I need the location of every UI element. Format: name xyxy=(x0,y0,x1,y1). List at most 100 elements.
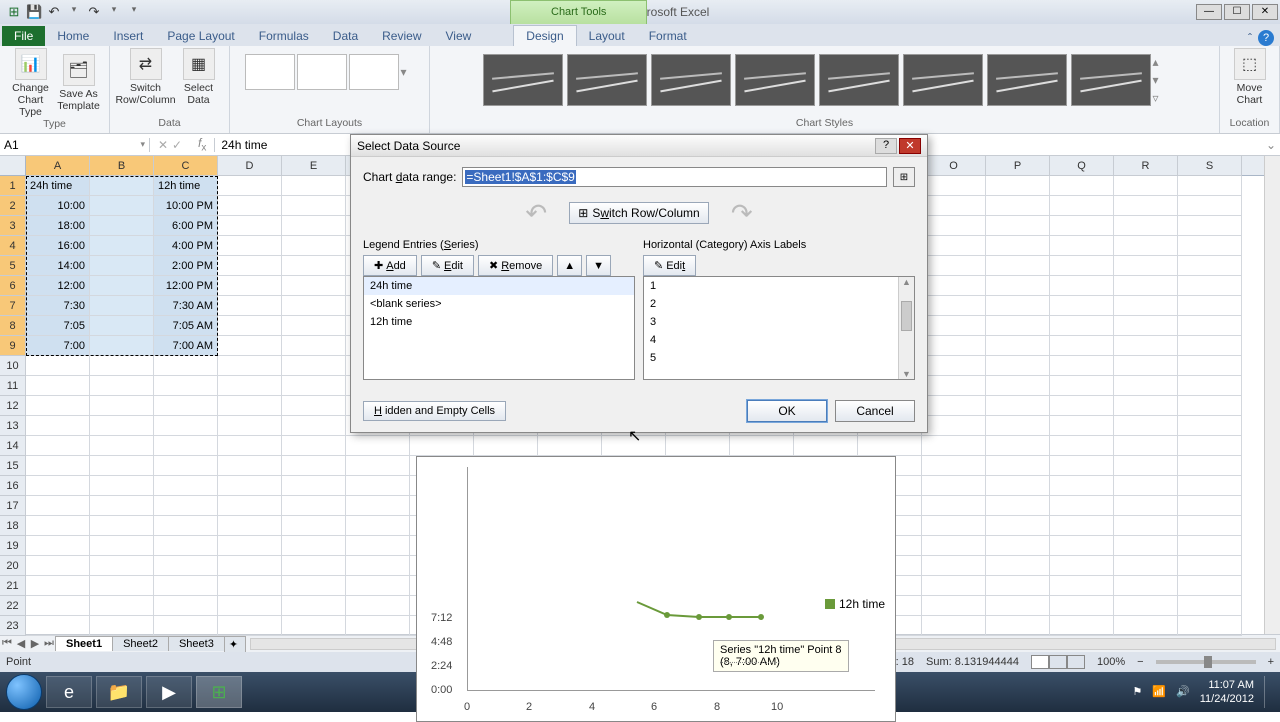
cell[interactable] xyxy=(922,536,986,556)
cell[interactable] xyxy=(1050,216,1114,236)
cell[interactable] xyxy=(1050,396,1114,416)
cell[interactable] xyxy=(218,476,282,496)
cell[interactable] xyxy=(538,436,602,456)
cell[interactable] xyxy=(26,416,90,436)
add-series-button[interactable]: ✚Add xyxy=(363,255,417,276)
row-header[interactable]: 16 xyxy=(0,476,26,496)
list-item[interactable]: 1 xyxy=(644,277,898,295)
taskbar-excel-icon[interactable]: ⊞ xyxy=(196,676,242,708)
cell[interactable] xyxy=(346,616,410,636)
cell[interactable] xyxy=(26,396,90,416)
cell[interactable] xyxy=(154,596,218,616)
cell[interactable] xyxy=(282,256,346,276)
move-down-button[interactable]: ▼ xyxy=(586,255,611,276)
cell[interactable] xyxy=(986,376,1050,396)
cell[interactable] xyxy=(346,536,410,556)
cell[interactable]: 7:05 AM xyxy=(154,316,218,336)
tab-format[interactable]: Format xyxy=(637,26,699,46)
cell[interactable] xyxy=(1114,416,1178,436)
cell[interactable] xyxy=(1114,616,1178,636)
chart-layout-option[interactable] xyxy=(245,54,295,90)
taskbar-explorer-icon[interactable]: 📁 xyxy=(96,676,142,708)
cell[interactable] xyxy=(1178,356,1242,376)
cell[interactable] xyxy=(922,596,986,616)
styles-scroll[interactable]: ▴▾▿ xyxy=(1153,50,1169,110)
cell[interactable] xyxy=(922,556,986,576)
cell[interactable]: 14:00 xyxy=(26,256,90,276)
cell[interactable] xyxy=(1114,576,1178,596)
cell[interactable] xyxy=(1114,516,1178,536)
cell[interactable] xyxy=(90,216,154,236)
cell[interactable] xyxy=(90,556,154,576)
cell[interactable] xyxy=(1178,296,1242,316)
change-chart-type-button[interactable]: 📊 Change Chart Type xyxy=(7,48,55,118)
cell[interactable] xyxy=(282,576,346,596)
tray-date[interactable]: 11/24/2012 xyxy=(1200,692,1254,706)
cell[interactable] xyxy=(1178,236,1242,256)
cell[interactable] xyxy=(90,176,154,196)
cell[interactable] xyxy=(26,476,90,496)
cell[interactable] xyxy=(218,616,282,636)
cell[interactable] xyxy=(1114,336,1178,356)
cell[interactable] xyxy=(26,436,90,456)
cell[interactable] xyxy=(986,436,1050,456)
cell[interactable] xyxy=(1178,576,1242,596)
cell[interactable]: 10:00 xyxy=(26,196,90,216)
chart-style-option[interactable] xyxy=(651,54,731,106)
cell[interactable] xyxy=(282,536,346,556)
tray-flag-icon[interactable]: ⚑ xyxy=(1132,685,1142,699)
cell[interactable] xyxy=(474,436,538,456)
cell[interactable] xyxy=(218,576,282,596)
chart-style-option[interactable] xyxy=(987,54,1067,106)
cell[interactable] xyxy=(26,516,90,536)
cell[interactable] xyxy=(1114,236,1178,256)
cell[interactable]: 7:05 xyxy=(26,316,90,336)
cell[interactable] xyxy=(282,616,346,636)
chart-layout-option[interactable] xyxy=(349,54,399,90)
cell[interactable] xyxy=(282,196,346,216)
cell[interactable] xyxy=(986,176,1050,196)
cell[interactable] xyxy=(1114,476,1178,496)
cell[interactable] xyxy=(794,436,858,456)
cell[interactable] xyxy=(1114,176,1178,196)
cell[interactable] xyxy=(1050,236,1114,256)
zoom-slider[interactable] xyxy=(1156,660,1256,664)
cell[interactable] xyxy=(154,616,218,636)
sheet-tab-sheet1[interactable]: Sheet1 xyxy=(55,636,113,651)
cell[interactable] xyxy=(26,356,90,376)
tab-formulas[interactable]: Formulas xyxy=(247,26,321,46)
close-button[interactable]: ✕ xyxy=(1252,4,1278,20)
cell[interactable] xyxy=(90,356,154,376)
cell[interactable] xyxy=(986,236,1050,256)
cell[interactable] xyxy=(1114,256,1178,276)
cell[interactable] xyxy=(1114,356,1178,376)
cell[interactable] xyxy=(1114,216,1178,236)
cell[interactable] xyxy=(986,396,1050,416)
cell[interactable] xyxy=(218,536,282,556)
cell[interactable] xyxy=(602,436,666,456)
column-header[interactable]: R xyxy=(1114,156,1178,176)
row-header[interactable]: 19 xyxy=(0,536,26,556)
expand-formula-bar-icon[interactable]: ⌄ xyxy=(1262,138,1280,152)
cell[interactable] xyxy=(1050,616,1114,636)
cell[interactable] xyxy=(154,376,218,396)
cell[interactable] xyxy=(218,276,282,296)
cell[interactable] xyxy=(346,476,410,496)
cell[interactable] xyxy=(154,476,218,496)
tab-view[interactable]: View xyxy=(434,26,484,46)
cell[interactable] xyxy=(90,336,154,356)
cell[interactable] xyxy=(986,356,1050,376)
cell[interactable] xyxy=(282,236,346,256)
cell[interactable] xyxy=(1114,556,1178,576)
cell[interactable] xyxy=(282,336,346,356)
cell[interactable] xyxy=(26,596,90,616)
switch-row-column-button[interactable]: ⇄ Switch Row/Column xyxy=(117,48,175,106)
row-header[interactable]: 7 xyxy=(0,296,26,316)
select-all-corner[interactable] xyxy=(0,156,26,176)
cell[interactable] xyxy=(346,576,410,596)
chart-style-option[interactable] xyxy=(483,54,563,106)
cell[interactable]: 12h time xyxy=(154,176,218,196)
cell[interactable] xyxy=(986,296,1050,316)
cell[interactable] xyxy=(154,436,218,456)
column-header[interactable]: S xyxy=(1178,156,1242,176)
